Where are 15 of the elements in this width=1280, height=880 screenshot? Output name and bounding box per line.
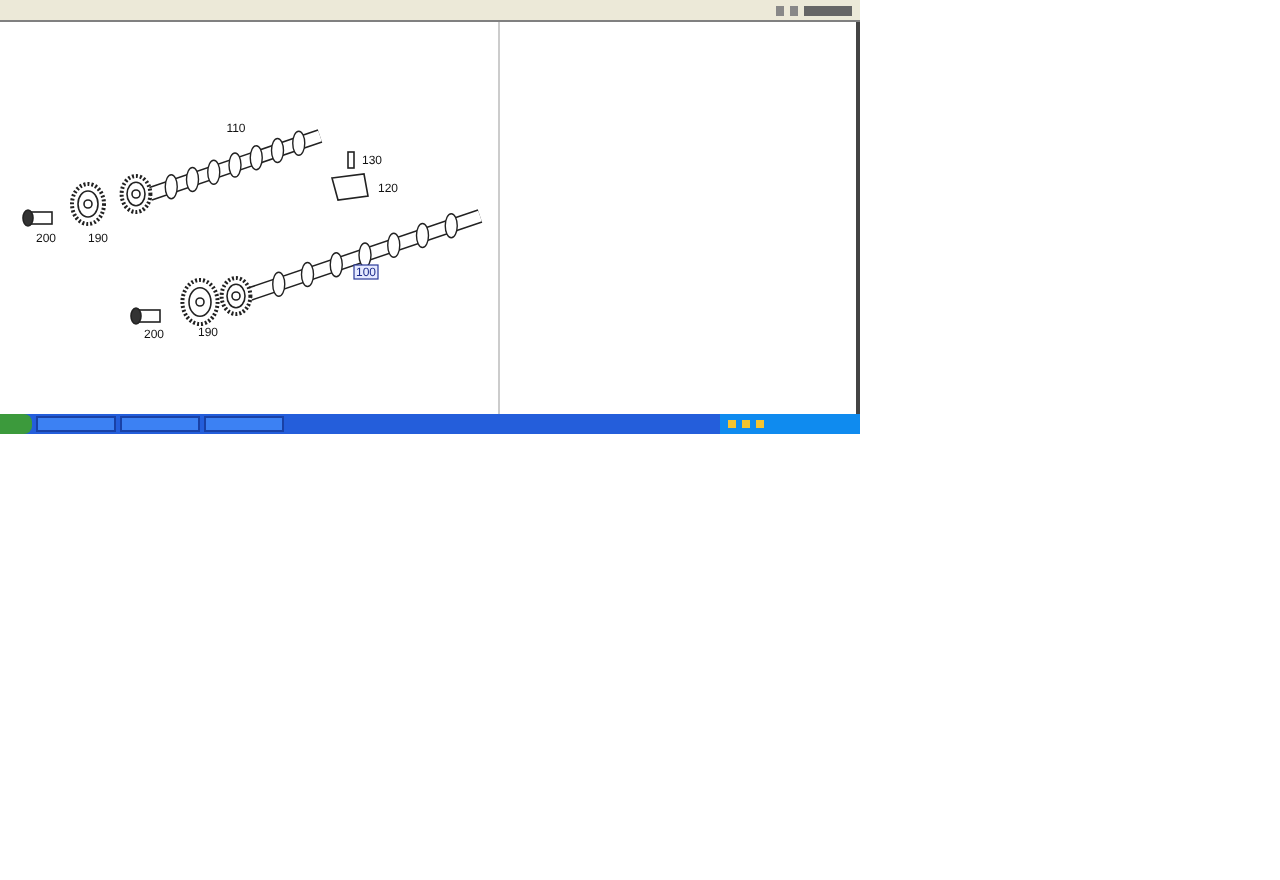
previous-page-icon[interactable] [776, 5, 784, 15]
sprocket-drawing [180, 278, 220, 326]
bearing-bracket-drawing [331, 173, 369, 201]
taskbar-button[interactable] [204, 416, 284, 432]
sprocket-drawing [119, 174, 153, 214]
bolt-drawing [347, 151, 355, 169]
sprocket-drawing [70, 182, 106, 226]
next-page-icon[interactable] [790, 5, 798, 15]
bolt-drawing [22, 209, 53, 227]
bolt-drawing [130, 307, 161, 325]
start-button[interactable] [0, 414, 32, 434]
taskbar-button[interactable] [120, 416, 200, 432]
sprocket-drawing [219, 276, 253, 316]
page-field[interactable] [804, 5, 852, 15]
taskbar-button[interactable] [36, 416, 116, 432]
